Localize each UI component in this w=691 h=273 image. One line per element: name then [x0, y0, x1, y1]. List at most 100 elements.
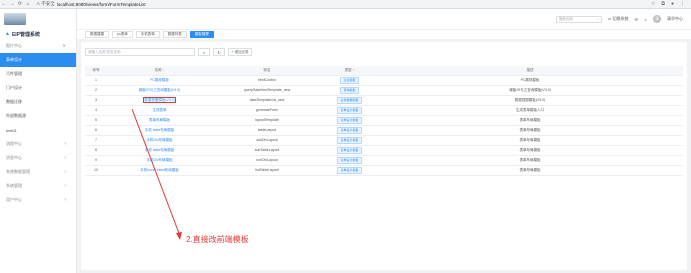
sidebar-item-label: 消息中心 — [6, 155, 22, 160]
chevron-icon: ∨ — [62, 43, 66, 49]
back-arrow-icon[interactable]: ← — [0, 0, 8, 9]
template-alias-cell: listTableLayout — [212, 165, 322, 176]
sidebar-item-label: 污件管理 — [6, 71, 22, 76]
profile-icon[interactable]: ● — [671, 1, 674, 7]
template-name-link-cell: 生成表单 — [107, 105, 212, 116]
template-name-link[interactable]: 数据视图模板(V3.0) — [143, 96, 176, 103]
row-number: 9 — [95, 158, 97, 162]
user-name[interactable]: 清华中心 — [667, 16, 683, 22]
template-name-link[interactable]: 生成表单 — [153, 108, 167, 112]
tab-1[interactable]: pc表单 — [112, 31, 133, 38]
template-type-badge: 主表模板 — [340, 76, 359, 84]
sidebar-item-0[interactable]: 图片中心 ∨ — [0, 39, 76, 53]
template-name-link[interactable]: 手机Div布局模板 — [146, 138, 172, 142]
table-row: 3 数据视图模板(V3.0) dataTemplateList_new 业务数据模板 数… — [85, 95, 683, 106]
col-name[interactable]: 名称 ↑ — [107, 66, 212, 76]
template-name-link-cell: 表单布局模板 — [107, 115, 212, 126]
sidebar-item-7[interactable]: 流程中心 › — [0, 137, 76, 151]
bell-icon[interactable]: ♫ — [644, 17, 647, 22]
extension-icon[interactable]: ⧉ — [661, 1, 665, 7]
sidebar-item-label: 系统管理 — [6, 183, 22, 188]
search-icon: ⌕ — [596, 17, 599, 21]
sidebar-item-8[interactable]: 消息中心 › — [0, 151, 76, 165]
star-icon[interactable]: ☆ — [651, 1, 655, 7]
sidebar-item-5[interactable]: 外部数据源 — [0, 109, 76, 123]
chevron-icon: › — [64, 169, 66, 175]
menu-icon[interactable]: ⋮ — [680, 1, 685, 7]
tab-4[interactable]: 模板管理 — [189, 31, 214, 38]
template-alias-cell: nonDivLayout — [212, 155, 322, 166]
sidebar-item-6[interactable]: test01 — [0, 123, 76, 137]
sidebar-item-3[interactable]: 门户设计 — [0, 81, 76, 95]
reload-icon[interactable]: ⟳ — [16, 0, 24, 9]
template-name-link[interactable]: 弹窗JS与之查询模板(V3.0) — [139, 88, 181, 92]
sidebar-item-label: 数据迁移 — [6, 99, 22, 104]
col-type[interactable]: 类型 ↑ — [322, 66, 377, 76]
template-description: 表单布局模板 — [519, 157, 541, 162]
sidebar-item-11[interactable]: 用户中心 › — [0, 193, 76, 207]
search-button[interactable]: ⌕ — [198, 48, 210, 56]
address-bar[interactable]: ⚠ 不安全 localhost:8080/views/form/FormTemp… — [36, 1, 146, 7]
template-alias: nonDivLayout — [256, 158, 278, 162]
sidebar-item-label: 表单设计 — [6, 57, 22, 62]
row-number-cell: 1 — [85, 75, 107, 86]
template-type-badge-cell: 表单设计模板 — [322, 165, 377, 176]
sidebar-item-1[interactable]: 表单设计 — [0, 53, 76, 67]
forward-arrow-icon[interactable]: → — [8, 0, 16, 9]
tab-2[interactable]: 手机表单 — [135, 31, 160, 38]
col-desc: 描述 — [377, 66, 683, 76]
browser-actions: ☆ ⧉ ● ⋮ — [651, 1, 691, 7]
template-name-link-cell: 手机Div布局模板 — [107, 155, 212, 166]
row-number-cell: 10 — [85, 165, 107, 176]
template-name-link[interactable]: 表单布局模板 — [149, 118, 170, 122]
template-alias: subDivLayout — [256, 138, 278, 142]
logo-image — [4, 13, 26, 25]
template-name-link[interactable]: 手机 table布局模板 — [145, 148, 175, 152]
template-type-badge-cell: 主表模板 — [322, 75, 377, 86]
tab-3[interactable]: 数据列表 — [162, 31, 187, 38]
app-search-input[interactable]: 搜索应用 ⌕ — [555, 15, 602, 23]
template-alias: listTableLayout — [255, 168, 279, 172]
template-name-link[interactable]: 手机noceLebbrt布局模板 — [140, 168, 179, 172]
row-number-cell: 5 — [85, 115, 107, 126]
template-description-cell: 表单布局模板 — [377, 125, 683, 136]
sidebar-item-2[interactable]: 污件管理 — [0, 67, 76, 81]
sidebar-item-label: 外部数据源 — [6, 113, 26, 118]
row-number: 7 — [95, 138, 97, 142]
home-icon[interactable]: ⌂ — [24, 0, 32, 9]
template-alias: tableLayout — [257, 128, 277, 132]
template-type-badge: 表单设计模板 — [337, 126, 362, 134]
template-type-badge-cell: 业务数据模板 — [322, 95, 377, 106]
add-record-button[interactable]: + 增加记录 — [228, 48, 252, 56]
table-row: 4 生成表单 generateForm 表单设计模板 生成表单模板入口 — [85, 105, 683, 116]
chevron-icon: › — [64, 183, 66, 189]
template-type-badge-cell: 表单设计模板 — [322, 105, 377, 116]
refresh-button[interactable]: ↻ — [213, 48, 225, 56]
template-description: 表单布局模板 — [519, 127, 541, 132]
sidebar-item-10[interactable]: 系统管理 › — [0, 179, 76, 193]
sidebar-item-4[interactable]: 数据迁移 — [0, 95, 76, 109]
table-row: 9 手机Div布局模板 nonDivLayout 表单设计模板 表单布局模板 — [85, 155, 683, 166]
name-search-input[interactable]: 请输入名称 别名查询 — [85, 48, 195, 56]
row-number: 10 — [94, 168, 98, 172]
template-name-link[interactable]: 手机Div布局模板 — [146, 158, 172, 162]
row-number: 2 — [95, 88, 97, 92]
row-number-cell: 7 — [85, 135, 107, 146]
row-number-cell: 2 — [85, 85, 107, 96]
sidebar-item-9[interactable]: 系统数据管理 › — [0, 165, 76, 179]
message-icon[interactable]: ✉ — [635, 17, 638, 22]
avatar[interactable]: 清 — [653, 15, 661, 23]
sidebar-item-label: test01 — [6, 127, 17, 133]
template-alias-cell: generateForm — [212, 105, 322, 116]
chevron-icon: › — [64, 141, 66, 147]
row-number-cell: 8 — [85, 145, 107, 156]
template-description: 表单布局模板 — [519, 147, 541, 152]
refresh-icon: ↻ — [217, 49, 221, 55]
tab-0[interactable]: 数据建模 — [85, 31, 109, 38]
template-name-link[interactable]: 手机 table布局模板 — [145, 128, 175, 132]
monitor-icon[interactable]: ▭ 切换系统 — [608, 16, 629, 22]
template-name-link[interactable]: PC展现模板 — [150, 78, 169, 82]
annotation-label: 2.直接改前端模板 — [186, 235, 249, 244]
row-number: 5 — [95, 118, 97, 122]
template-name-link-cell: 手机Div布局模板 — [107, 135, 212, 146]
